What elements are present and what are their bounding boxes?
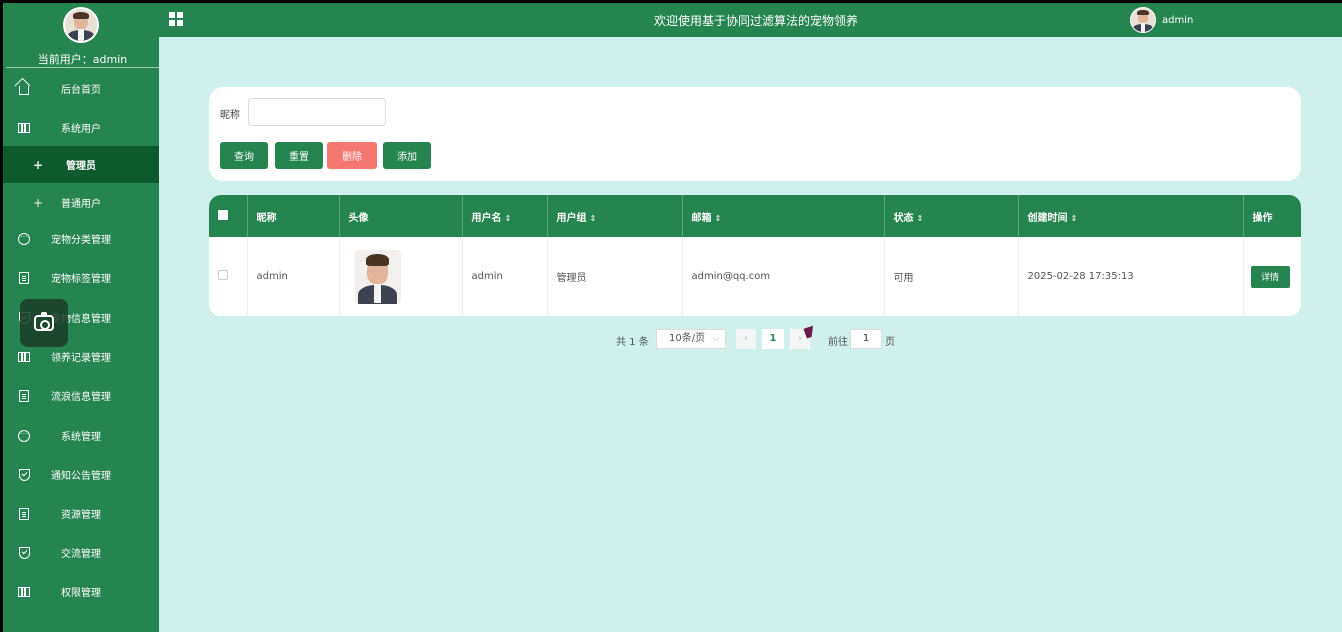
col-nickname: 昵称 [247, 195, 340, 237]
prev-page-button[interactable]: ‹ [736, 329, 756, 349]
sidebar-item-admin[interactable]: + 管理员 [3, 146, 159, 183]
user-table-card: 昵称 头像 用户名 ⇕ 用户组 ⇕ 邮箱 ⇕ 状态 ⇕ 创建时间 ⇕ 操作 admin [209, 195, 1301, 316]
top-bar: 欢迎使用基于协同过滤算法的宠物领养 admin [0, 0, 1342, 37]
sidebar-item-communication[interactable]: 交流管理 [3, 533, 159, 572]
cell-avatar [339, 237, 463, 316]
detail-button[interactable]: 详情 [1250, 265, 1290, 288]
sidebar-item-label: 系统管理 [61, 432, 101, 443]
sidebar-item-label: 管理员 [66, 161, 96, 172]
col-username[interactable]: 用户名 ⇕ [462, 195, 548, 237]
add-button[interactable]: 添加 [383, 142, 431, 169]
total-count: 共 1 条 [616, 337, 649, 348]
sidebar-item-label: 资源管理 [61, 510, 101, 521]
sidebar-item-resources[interactable]: 资源管理 [3, 494, 159, 533]
sidebar-item-label: 后台首页 [61, 85, 101, 96]
sidebar-item-pet-tags[interactable]: 宠物标签管理 [3, 258, 159, 297]
chevron-right-icon: › [798, 333, 802, 344]
sidebar-item-label: 流浪信息管理 [51, 392, 111, 403]
sidebar-divider [6, 67, 162, 68]
chevron-left-icon: ‹ [744, 333, 748, 344]
sort-icon: ⇕ [714, 213, 722, 223]
sort-icon: ⇕ [1070, 213, 1078, 223]
nickname-input[interactable] [248, 98, 386, 126]
sidebar-item-system-users[interactable]: 系统用户 [3, 108, 159, 147]
sidebar-item-system-management[interactable]: ··· 系统管理 [3, 416, 159, 455]
sidebar-item-notices[interactable]: 通知公告管理 [3, 455, 159, 494]
sidebar-item-normal-users[interactable]: + 普通用户 [3, 183, 159, 222]
table-row: admin admin 管理员 admin@qq.com 可用 2025-02-… [209, 237, 1301, 316]
sidebar-item-label: 宠物分类管理 [51, 235, 111, 246]
col-avatar: 头像 [339, 195, 463, 237]
sort-icon: ⇕ [916, 213, 924, 223]
page-size-select[interactable]: 10条/页 ⌵ [656, 329, 726, 349]
sidebar-item-home[interactable]: 后台首页 [3, 69, 159, 108]
sidebar-item-label: 权限管理 [61, 588, 101, 599]
cell-email: admin@qq.com [682, 237, 885, 316]
select-all-checkbox[interactable] [209, 195, 248, 237]
header-username: admin [1162, 14, 1194, 26]
sidebar-item-stray-info[interactable]: 流浪信息管理 [3, 376, 159, 415]
chevron-down-icon: ⌵ [712, 334, 719, 343]
sort-icon: ⇕ [589, 213, 597, 223]
cell-username: admin [462, 237, 548, 316]
sidebar-item-label: 通知公告管理 [51, 471, 111, 482]
sidebar-item-label: 宠物标签管理 [51, 274, 111, 285]
sidebar-item-label: 普通用户 [61, 199, 101, 210]
goto-page-input[interactable]: 1 [850, 329, 882, 349]
page-suffix: 页 [885, 337, 895, 348]
header-avatar [1130, 7, 1156, 33]
cell-status: 可用 [884, 237, 1019, 316]
query-button[interactable]: 查询 [220, 142, 268, 169]
goto-label: 前往 [828, 337, 848, 348]
cell-group: 管理员 [547, 237, 683, 316]
reset-button[interactable]: 重置 [275, 142, 323, 169]
floating-camera-button[interactable] [20, 299, 68, 347]
header-user[interactable]: admin [1130, 7, 1193, 33]
page-size-value: 10条/页 [669, 333, 706, 344]
search-panel: 昵称 查询 重置 删除 添加 [209, 87, 1301, 181]
page-number-1[interactable]: 1 [762, 329, 784, 349]
col-actions: 操作 [1252, 212, 1273, 224]
pagination: 共 1 条 10条/页 ⌵ ‹ 1 › 前往 1 页 [159, 329, 1342, 349]
user-avatar-image [354, 249, 401, 304]
delete-button[interactable]: 删除 [327, 142, 377, 169]
main-content: 昵称 查询 重置 删除 添加 昵称 头像 用户名 ⇕ 用户组 ⇕ 邮箱 ⇕ 状态 ⇕ [159, 37, 1342, 632]
col-group[interactable]: 用户组 ⇕ [547, 195, 683, 237]
admin-table: 昵称 头像 用户名 ⇕ 用户组 ⇕ 邮箱 ⇕ 状态 ⇕ 创建时间 ⇕ 操作 admin [209, 195, 1301, 316]
sidebar-item-label: 领养记录管理 [51, 353, 111, 364]
camera-icon [34, 312, 54, 331]
col-email[interactable]: 邮箱 ⇕ [682, 195, 885, 237]
row-checkbox[interactable] [209, 237, 248, 316]
sidebar-avatar [63, 7, 99, 43]
sidebar-item-pet-category[interactable]: ··· 宠物分类管理 [3, 219, 159, 258]
col-created[interactable]: 创建时间 ⇕ [1018, 195, 1244, 237]
col-status[interactable]: 状态 ⇕ [884, 195, 1019, 237]
sidebar-item-permissions[interactable]: 权限管理 [3, 572, 159, 611]
current-user-label: 当前用户：admin [37, 53, 128, 66]
cell-created: 2025-02-28 17:35:13 [1018, 237, 1244, 316]
cell-nickname: admin [247, 237, 340, 316]
table-header-row: 昵称 头像 用户名 ⇕ 用户组 ⇕ 邮箱 ⇕ 状态 ⇕ 创建时间 ⇕ 操作 [209, 195, 1301, 237]
nickname-label: 昵称 [220, 110, 240, 121]
sidebar-item-label: 系统用户 [61, 124, 101, 135]
cell-actions: 详情 [1243, 237, 1301, 316]
sidebar-item-label: 交流管理 [61, 549, 101, 560]
sort-icon: ⇕ [504, 213, 512, 223]
